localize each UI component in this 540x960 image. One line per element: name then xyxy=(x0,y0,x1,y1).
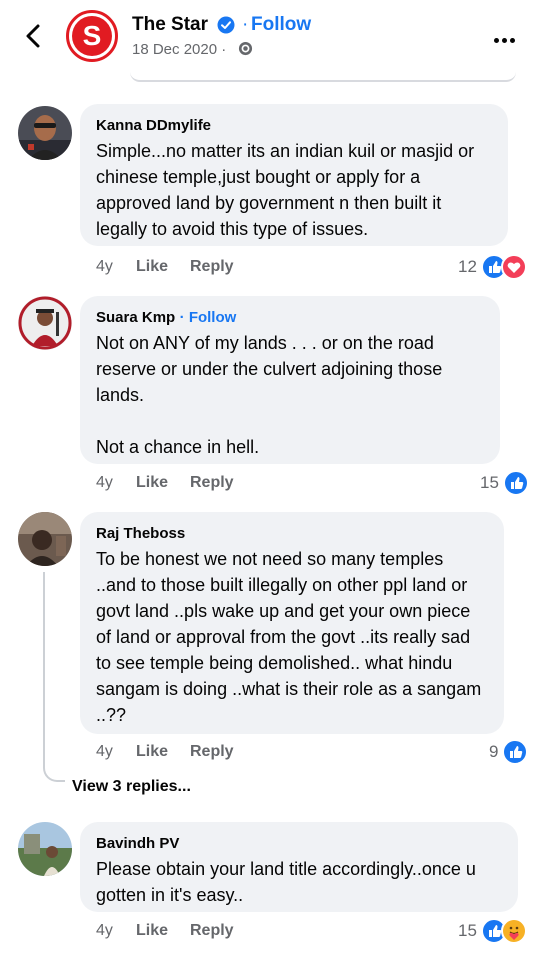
comment-bubble: Raj Theboss To be honest we not need so … xyxy=(80,512,504,734)
comment-text: Please obtain your land title accordingl… xyxy=(96,859,476,905)
verified-badge-icon xyxy=(217,16,235,34)
comment-text: To be honest we not need so many temples… xyxy=(96,549,482,725)
post-date: 18 Dec 2020 · xyxy=(132,41,227,58)
reaction-summary[interactable]: 9 xyxy=(489,739,529,765)
like-button[interactable]: Like xyxy=(136,743,190,761)
reaction-count: 12 xyxy=(458,257,477,276)
commenter-name[interactable]: Suara Kmp xyxy=(96,309,175,326)
reaction-summary[interactable]: 15 xyxy=(458,918,527,944)
avatar[interactable] xyxy=(18,822,72,876)
avatar-photo xyxy=(18,106,72,160)
post-edge xyxy=(130,70,516,82)
love-icon xyxy=(500,254,527,280)
comment-age: 4y xyxy=(96,474,113,491)
back-arrow-icon[interactable] xyxy=(20,22,48,50)
comment-bubble: Kanna DDmylife Simple...no matter its an… xyxy=(80,104,508,246)
avatar[interactable] xyxy=(18,512,72,566)
like-button[interactable]: Like xyxy=(136,474,190,492)
comment-text: Not on ANY of my lands . . . or on the r… xyxy=(96,333,443,457)
reaction-summary[interactable]: 12 xyxy=(458,254,527,280)
page-logo: S xyxy=(72,16,112,56)
avatar[interactable] xyxy=(18,296,72,350)
commenter-name[interactable]: Raj Theboss xyxy=(96,525,185,542)
avatar-photo xyxy=(18,512,72,566)
comment-age: 4y xyxy=(96,922,113,939)
comment-actions: 4y Like Reply xyxy=(96,474,234,492)
like-button[interactable]: Like xyxy=(136,258,190,276)
care-icon xyxy=(500,918,527,944)
reply-button[interactable]: Reply xyxy=(190,474,234,492)
reply-button[interactable]: Reply xyxy=(190,922,234,940)
comment-age: 4y xyxy=(96,258,113,275)
avatar-photo xyxy=(18,296,72,350)
reaction-count: 15 xyxy=(480,473,499,492)
reaction-count: 9 xyxy=(489,742,499,761)
follow-commenter-button[interactable]: · Follow xyxy=(180,309,237,326)
reply-button[interactable]: Reply xyxy=(190,258,234,276)
commenter-name[interactable]: Bavindh PV xyxy=(96,835,179,852)
avatar[interactable] xyxy=(18,106,72,160)
like-icon xyxy=(502,739,529,765)
comment-text: Simple...no matter its an indian kuil or… xyxy=(96,141,475,239)
more-options-icon[interactable] xyxy=(494,30,518,48)
comment-bubble: Bavindh PV Please obtain your land title… xyxy=(80,822,518,912)
comment-actions: 4y Like Reply xyxy=(96,922,234,940)
follow-button[interactable]: Follow xyxy=(251,14,311,36)
post-header: S The Star · Follow 18 Dec 2020 · xyxy=(0,0,540,82)
view-replies-link[interactable]: View 3 replies... xyxy=(72,778,191,796)
globe-icon xyxy=(238,41,253,56)
reaction-summary[interactable]: 15 xyxy=(480,470,529,496)
reply-button[interactable]: Reply xyxy=(190,743,234,761)
like-button[interactable]: Like xyxy=(136,922,190,940)
thread-connector xyxy=(43,750,65,782)
page-name[interactable]: The Star xyxy=(132,14,208,36)
comment-actions: 4y Like Reply xyxy=(96,258,234,276)
reaction-count: 15 xyxy=(458,921,477,940)
comment-actions: 4y Like Reply xyxy=(96,743,234,761)
follow-separator: · xyxy=(242,14,249,35)
like-icon xyxy=(502,470,529,496)
comment-age: 4y xyxy=(96,743,113,760)
commenter-name[interactable]: Kanna DDmylife xyxy=(96,117,211,134)
page-avatar[interactable]: S xyxy=(66,10,118,62)
thread-line xyxy=(43,572,45,768)
comment-bubble: Suara Kmp · Follow Not on ANY of my land… xyxy=(80,296,500,464)
avatar-photo xyxy=(18,822,72,876)
